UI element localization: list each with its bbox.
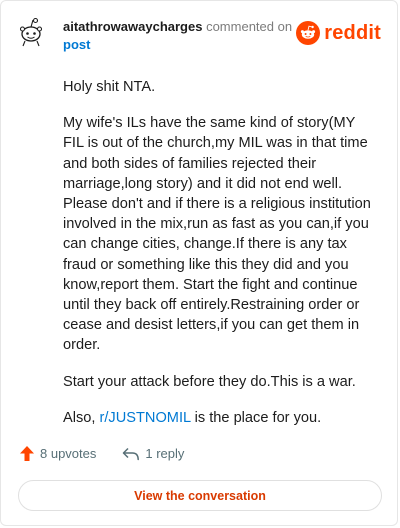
upvote-count[interactable]: 8 upvotes (19, 445, 96, 462)
comment-footer: 8 upvotes 1 reply (19, 445, 184, 462)
subreddit-link[interactable]: r/JUSTNOMIL (100, 410, 191, 426)
upvote-label: 8 upvotes (40, 446, 97, 461)
reddit-wordmark: reddit (324, 21, 381, 44)
comment-paragraph: Also, r/JUSTNOMIL is the place for you. (63, 408, 377, 428)
comment-body: Holy shit NTA. My wife's ILs have the sa… (63, 77, 377, 444)
comment-paragraph: My wife's ILs have the same kind of stor… (63, 115, 371, 354)
reddit-logo-icon (296, 21, 321, 45)
comment-paragraph: Start your attack before they do.This is… (63, 373, 356, 390)
reply-count[interactable]: 1 reply (122, 446, 184, 461)
paragraph-suffix: is the place for you. (190, 409, 322, 426)
comment-paragraph: Holy shit NTA. (63, 79, 156, 95)
comment-card: aitathrowawaycharges commented on post r… (0, 0, 398, 526)
upvote-arrow-icon (20, 446, 34, 461)
reddit-logo[interactable]: reddit (296, 21, 381, 45)
avatar[interactable] (15, 15, 47, 47)
reply-arrow-icon (123, 447, 140, 460)
reply-label: 1 reply (145, 446, 185, 461)
post-link[interactable]: post (63, 36, 297, 54)
username[interactable]: aitathrowawaycharges (63, 19, 202, 34)
comment-header: aitathrowawaycharges commented on post (63, 18, 297, 54)
action-text: commented on (206, 19, 293, 34)
paragraph-prefix: Also, (63, 409, 100, 426)
view-conversation-button[interactable]: View the conversation (18, 480, 382, 511)
